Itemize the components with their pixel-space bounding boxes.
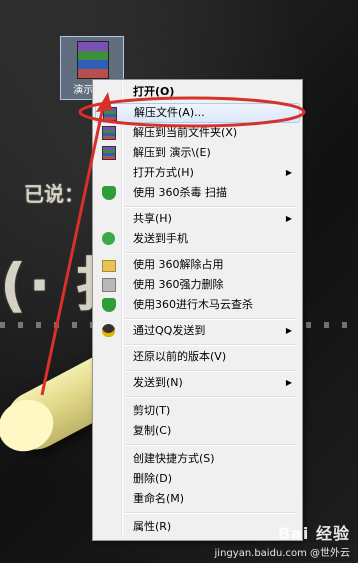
- winrar-icon: [103, 107, 117, 121]
- menu-item-send-to[interactable]: 发送到(N) ▶: [95, 373, 298, 393]
- menu-separator: [125, 252, 297, 254]
- menu-item-send-to-phone[interactable]: 发送到手机: [95, 229, 298, 249]
- submenu-arrow-icon: ▶: [285, 214, 292, 223]
- submenu-arrow-icon: ▶: [285, 326, 292, 335]
- menu-item-open-with[interactable]: 打开方式(H) ▶: [95, 163, 298, 183]
- 360-delete-icon: [102, 278, 116, 292]
- menu-item-label: 通过QQ发送到: [133, 324, 206, 337]
- menu-item-label: 复制(C): [133, 424, 172, 437]
- menu-separator: [125, 318, 297, 320]
- menu-item-label: 使用 360杀毒 扫描: [133, 186, 227, 199]
- menu-separator: [125, 512, 297, 514]
- menu-item-extract-to-folder[interactable]: 解压到 演示\(E): [95, 143, 298, 163]
- menu-separator: [125, 396, 297, 398]
- menu-item-qq-send[interactable]: 通过QQ发送到 ▶: [95, 321, 298, 341]
- menu-item-label: 打开方式(H): [133, 166, 194, 179]
- menu-item-cut[interactable]: 剪切(T): [95, 401, 298, 421]
- menu-item-360-scan[interactable]: 使用 360杀毒 扫描: [95, 183, 298, 203]
- menu-item-360-unlock[interactable]: 使用 360解除占用: [95, 255, 298, 275]
- winrar-archive-icon: [77, 41, 109, 79]
- menu-item-360-force-delete[interactable]: 使用 360强力删除: [95, 275, 298, 295]
- baidu-jingyan-logo: Bai 经验: [277, 524, 350, 543]
- menu-item-delete[interactable]: 删除(D): [95, 469, 298, 489]
- submenu-arrow-icon: ▶: [285, 168, 292, 177]
- menu-item-extract-files[interactable]: 解压文件(A)...: [95, 103, 300, 123]
- menu-item-label: 发送到手机: [133, 232, 188, 245]
- menu-separator: [125, 444, 297, 446]
- menu-separator: [125, 370, 297, 372]
- watermark: Bai 经验 jingyan.baidu.com @世外云: [215, 520, 350, 559]
- menu-item-label: 发送到(N): [133, 376, 183, 389]
- menu-item-copy[interactable]: 复制(C): [95, 421, 298, 441]
- menu-item-open[interactable]: 打开(O): [95, 82, 298, 102]
- 360-trojan-icon: [102, 298, 116, 312]
- menu-item-label: 重命名(M): [133, 492, 185, 505]
- menu-item-share[interactable]: 共享(H) ▶: [95, 209, 298, 229]
- menu-item-label: 解压文件(A)...: [134, 106, 205, 119]
- menu-item-label: 解压到 演示\(E): [133, 146, 211, 159]
- qq-icon: [102, 324, 115, 337]
- winrar-icon: [102, 126, 116, 140]
- menu-item-label: 删除(D): [133, 472, 173, 485]
- 360-folder-icon: [102, 260, 116, 272]
- winrar-icon: [102, 146, 116, 160]
- 360-shield-icon: [102, 186, 116, 200]
- menu-item-label: 属性(R): [133, 520, 172, 533]
- watermark-url: jingyan.baidu.com: [214, 548, 307, 559]
- context-menu: 打开(O) 解压文件(A)... 解压到当前文件夹(X) 解压到 演示\(E) …: [92, 79, 303, 541]
- menu-item-label: 解压到当前文件夹(X): [133, 126, 238, 139]
- submenu-arrow-icon: ▶: [285, 378, 292, 387]
- phone-send-icon: [102, 232, 115, 245]
- menu-item-label: 共享(H): [133, 212, 172, 225]
- menu-separator: [125, 206, 297, 208]
- menu-separator: [125, 344, 297, 346]
- menu-item-restore-versions[interactable]: 还原以前的版本(V): [95, 347, 298, 367]
- menu-item-rename[interactable]: 重命名(M): [95, 489, 298, 509]
- menu-item-extract-here[interactable]: 解压到当前文件夹(X): [95, 123, 298, 143]
- menu-item-create-shortcut[interactable]: 创建快捷方式(S): [95, 449, 298, 469]
- menu-item-label: 还原以前的版本(V): [133, 350, 227, 363]
- chalk-text-top: 已说：: [24, 182, 84, 206]
- menu-item-label: 剪切(T): [133, 404, 171, 417]
- menu-item-label: 打开(O): [133, 85, 175, 98]
- menu-item-label: 使用 360解除占用: [133, 258, 224, 271]
- watermark-author: @世外云: [310, 548, 350, 559]
- menu-item-360-trojan-scan[interactable]: 使用360进行木马云查杀: [95, 295, 298, 315]
- menu-item-label: 创建快捷方式(S): [133, 452, 215, 465]
- menu-item-label: 使用360进行木马云查杀: [133, 298, 253, 311]
- menu-item-label: 使用 360强力删除: [133, 278, 224, 291]
